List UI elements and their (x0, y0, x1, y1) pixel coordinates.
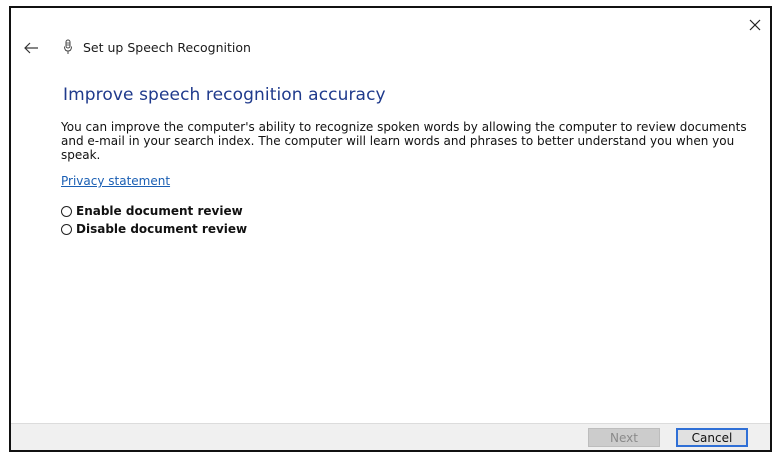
close-button[interactable] (746, 16, 764, 34)
enable-document-review-option[interactable]: Enable document review (61, 204, 243, 218)
microphone-icon (63, 39, 73, 55)
window-title: Set up Speech Recognition (83, 40, 251, 55)
radio-button-icon[interactable] (61, 223, 72, 235)
privacy-statement-link[interactable]: Privacy statement (61, 174, 170, 188)
back-button[interactable] (23, 40, 39, 54)
radio-button-icon[interactable] (61, 205, 72, 217)
cancel-button[interactable]: Cancel (676, 428, 748, 447)
wizard-window: Set up Speech Recognition Improve speech… (9, 6, 772, 452)
option-label: Enable document review (76, 204, 243, 218)
back-arrow-icon (24, 42, 38, 54)
next-button[interactable]: Next (588, 428, 660, 447)
footer-bar: Next Cancel (11, 423, 770, 450)
page-heading: Improve speech recognition accuracy (63, 85, 386, 105)
page-description: You can improve the computer's ability t… (61, 120, 747, 162)
disable-document-review-option[interactable]: Disable document review (61, 222, 247, 236)
close-icon (749, 19, 761, 31)
option-label: Disable document review (76, 222, 248, 236)
